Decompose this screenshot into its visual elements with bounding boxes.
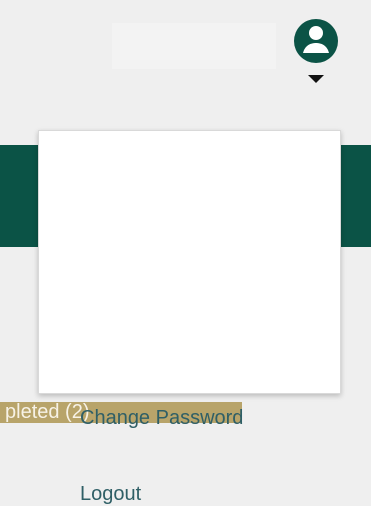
user-menu-button[interactable] [288,18,344,90]
header-search-field[interactable] [112,23,276,69]
caret-down-icon [308,75,324,83]
user-avatar-icon [294,19,338,83]
completed-tab-label: pleted (2) [5,402,90,423]
change-password-menu-item[interactable]: Change Password [80,406,243,430]
user-dropdown-menu: Change Password Logout [38,130,341,505]
logout-menu-item[interactable]: Logout [80,482,141,506]
